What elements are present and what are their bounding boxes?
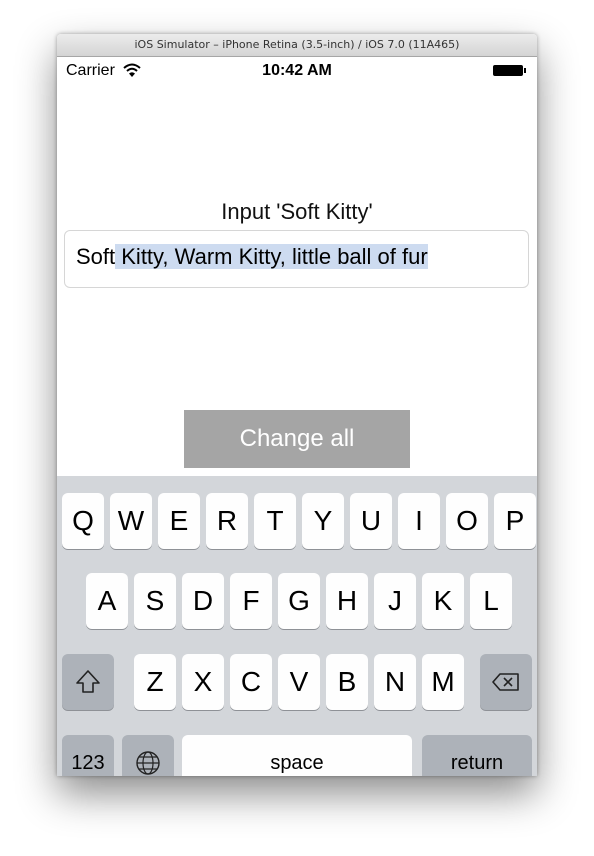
shift-key[interactable] [62,654,114,710]
key-b[interactable]: B [326,654,368,710]
space-key[interactable]: space [182,735,412,776]
key-l[interactable]: L [470,573,512,629]
text-input[interactable]: Soft Kitty, Warm Kitty, little ball of f… [64,230,529,288]
key-w[interactable]: W [110,493,152,549]
key-o[interactable]: O [446,493,488,549]
key-v[interactable]: V [278,654,320,710]
key-j[interactable]: J [374,573,416,629]
battery-icon [493,65,523,76]
key-c[interactable]: C [230,654,272,710]
key-z[interactable]: Z [134,654,176,710]
keyboard: Q W E R T Y U I O P A S D F G H J K L Z … [57,476,537,776]
key-r[interactable]: R [206,493,248,549]
key-s[interactable]: S [134,573,176,629]
key-m[interactable]: M [422,654,464,710]
status-time: 10:42 AM [262,62,332,79]
delete-key[interactable] [480,654,532,710]
key-x[interactable]: X [182,654,224,710]
iphone-screen: Carrier 10:42 AM Input 'Soft Kitty' Soft… [57,57,537,776]
text-input-value: Soft Kitty, Warm Kitty, little ball of f… [76,244,428,270]
key-n[interactable]: N [374,654,416,710]
simulator-window: iOS Simulator – iPhone Retina (3.5-inch)… [57,34,537,776]
key-p[interactable]: P [494,493,536,549]
window-title: iOS Simulator – iPhone Retina (3.5-inch)… [57,34,537,57]
shift-icon [62,670,114,714]
key-t[interactable]: T [254,493,296,549]
key-u[interactable]: U [350,493,392,549]
text-selection: Kitty, Warm Kitty, little ball of fur [115,244,428,269]
text-unselected: Soft [76,244,116,269]
status-bar: Carrier 10:42 AM [57,57,537,87]
key-h[interactable]: H [326,573,368,629]
battery-tip [524,68,526,73]
change-all-button[interactable]: Change all [184,410,410,468]
return-key[interactable]: return [422,735,532,776]
key-k[interactable]: K [422,573,464,629]
key-q[interactable]: Q [62,493,104,549]
prompt-label: Input 'Soft Kitty' [221,199,373,224]
key-y[interactable]: Y [302,493,344,549]
globe-key[interactable] [122,735,174,776]
key-g[interactable]: G [278,573,320,629]
key-d[interactable]: D [182,573,224,629]
key-a[interactable]: A [86,573,128,629]
key-f[interactable]: F [230,573,272,629]
numbers-key[interactable]: 123 [62,735,114,776]
key-e[interactable]: E [158,493,200,549]
delete-icon [480,673,532,714]
key-i[interactable]: I [398,493,440,549]
